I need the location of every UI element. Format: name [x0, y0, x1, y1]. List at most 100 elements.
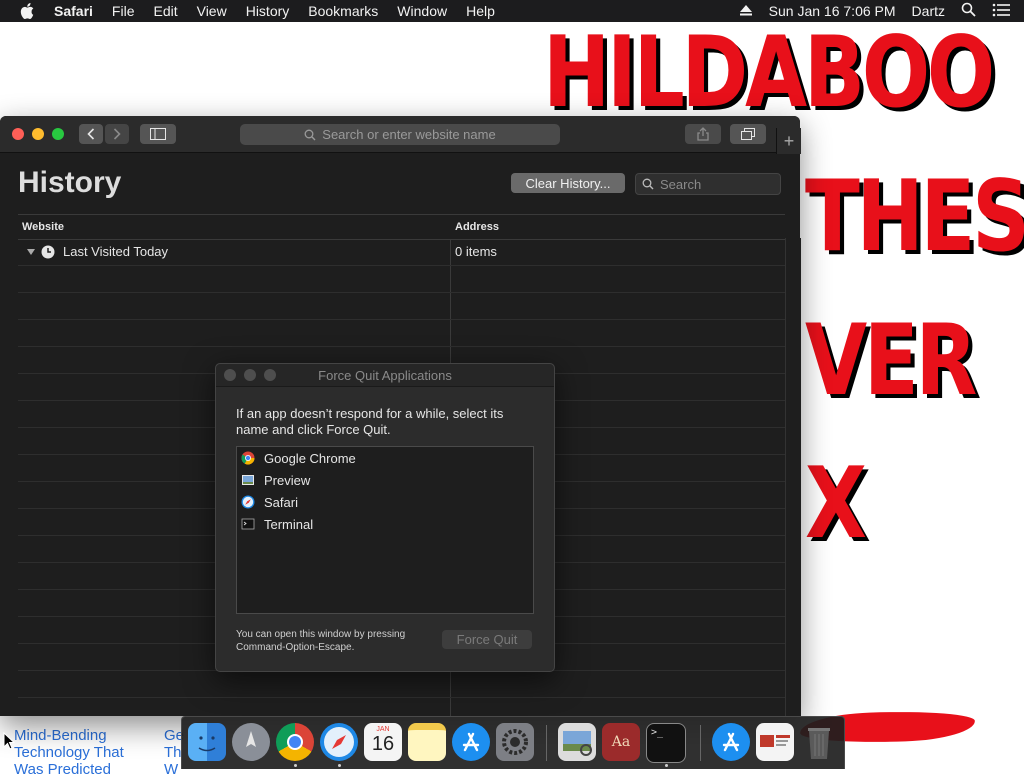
- terminal-prompt: >_: [651, 727, 664, 738]
- safari-icon[interactable]: [320, 723, 358, 761]
- safari-toolbar: Search or enter website name: [0, 116, 800, 153]
- menu-safari[interactable]: Safari: [54, 3, 93, 19]
- table-row-empty: [18, 292, 785, 320]
- page-title: History: [18, 166, 122, 199]
- dialog-title: Force Quit Applications: [318, 368, 452, 383]
- calendar-month: JAN: [376, 726, 390, 733]
- poster-text-line-3: VER: [805, 304, 977, 418]
- apple-menu-icon[interactable]: [20, 3, 36, 19]
- dock-separator: [700, 725, 701, 761]
- sidebar-icon: [150, 128, 166, 140]
- menu-bar: Safari File Edit View History Bookmarks …: [0, 0, 1024, 22]
- app-name: Terminal: [264, 516, 314, 532]
- forward-button[interactable]: [105, 124, 129, 144]
- app-list-item-preview[interactable]: Preview: [241, 469, 310, 491]
- chevron-right-icon: [113, 128, 121, 140]
- history-group-cell: Last Visited Today: [26, 244, 168, 259]
- share-button[interactable]: [685, 124, 721, 144]
- history-group-count: 0 items: [455, 244, 497, 259]
- history-search-field[interactable]: Search: [635, 173, 781, 195]
- show-all-tabs-button[interactable]: [730, 124, 766, 144]
- notification-center-icon[interactable]: [992, 3, 1010, 20]
- system-preferences-icon[interactable]: [496, 723, 534, 761]
- terminal-icon[interactable]: >_: [646, 723, 686, 763]
- menu-edit[interactable]: Edit: [153, 3, 177, 19]
- user-name[interactable]: Dartz: [912, 3, 945, 19]
- background-link-article[interactable]: Mind-Bending Technology That Was Predict…: [14, 727, 124, 778]
- app-list-item-safari[interactable]: Safari: [241, 491, 298, 513]
- force-quit-button[interactable]: Force Quit: [442, 630, 532, 649]
- clock-icon: [41, 245, 55, 258]
- app-store-icon[interactable]: [452, 723, 490, 761]
- search-icon: [642, 178, 654, 190]
- calendar-day: 16: [371, 733, 395, 755]
- share-icon: [697, 127, 709, 141]
- dock-separator: [546, 725, 547, 761]
- vertical-scrollbar[interactable]: [785, 238, 801, 716]
- menu-extras: Sun Jan 16 7:06 PM Dartz: [739, 0, 1024, 22]
- spotlight-search-icon[interactable]: [961, 2, 976, 20]
- history-group-label: Last Visited Today: [63, 244, 169, 259]
- app-list-item-chrome[interactable]: Google Chrome: [241, 447, 356, 469]
- chrome-icon[interactable]: [276, 723, 314, 761]
- app-name: Google Chrome: [264, 450, 356, 466]
- running-indicator: [294, 764, 297, 767]
- zoom-window-button[interactable]: [52, 128, 64, 140]
- menu-help[interactable]: Help: [466, 3, 495, 19]
- preview-icon: [242, 475, 254, 485]
- chevron-left-icon: [87, 128, 95, 140]
- menu-file[interactable]: File: [112, 3, 135, 19]
- menu-window[interactable]: Window: [397, 3, 447, 19]
- poster-text-line-2: THES: [805, 160, 1024, 274]
- app-store-downloads-icon[interactable]: [712, 723, 750, 761]
- dialog-hint-line: You can open this window by pressing: [236, 629, 406, 640]
- dictionary-icon[interactable]: Aa: [602, 723, 640, 761]
- new-tab-button[interactable]: +: [776, 128, 801, 154]
- app-name: Safari: [264, 494, 298, 510]
- preview-icon[interactable]: [558, 723, 596, 761]
- clear-history-button[interactable]: Clear History...: [511, 173, 625, 193]
- dock: JAN 16 Aa >_: [181, 716, 845, 769]
- table-row[interactable]: Last Visited Today 0 items: [18, 238, 785, 266]
- disclosure-triangle-icon[interactable]: [26, 248, 36, 256]
- app-name: Preview: [264, 472, 311, 488]
- column-header-website[interactable]: Website: [22, 221, 64, 233]
- close-window-button[interactable]: [12, 128, 24, 140]
- tabs-overview-icon: [741, 128, 755, 140]
- link-line: Was Predicted: [14, 761, 111, 778]
- back-button[interactable]: [79, 124, 103, 144]
- table-header: Website Address: [18, 214, 785, 240]
- poster-text-line-1: HILDABOO: [543, 16, 995, 130]
- table-row-empty: [18, 670, 785, 698]
- running-indicator: [338, 764, 341, 767]
- dialog-message: If an app doesn’t respond for a while, s…: [236, 406, 504, 437]
- dialog-hint-line: Command-Option-Escape.: [236, 642, 355, 653]
- column-header-address[interactable]: Address: [455, 221, 499, 233]
- menu-bookmarks[interactable]: Bookmarks: [308, 3, 378, 19]
- app-list-item-terminal[interactable]: Terminal: [241, 513, 313, 535]
- link-line: Technology That: [14, 744, 124, 761]
- notes-icon[interactable]: [408, 723, 446, 761]
- launchpad-icon[interactable]: [232, 723, 270, 761]
- sidebar-toggle-button[interactable]: [140, 124, 176, 144]
- app-list[interactable]: Google Chrome Preview Safari Terminal: [236, 446, 534, 614]
- address-bar[interactable]: Search or enter website name: [240, 124, 560, 145]
- calendar-icon[interactable]: JAN 16: [364, 723, 402, 761]
- table-row-empty: [18, 265, 785, 293]
- table-row-empty: [18, 319, 785, 347]
- trash-icon[interactable]: [800, 723, 838, 761]
- link-line: Mind-Bending: [14, 727, 107, 744]
- clock-datetime[interactable]: Sun Jan 16 7:06 PM: [769, 3, 896, 19]
- running-indicator: [665, 764, 668, 767]
- minimize-window-button[interactable]: [32, 128, 44, 140]
- menu-history[interactable]: History: [246, 3, 290, 19]
- eject-icon[interactable]: [739, 3, 753, 19]
- dialog-titlebar: Force Quit Applications: [216, 364, 554, 387]
- dialog-hint: You can open this window by pressing Com…: [236, 628, 436, 654]
- image-document-icon[interactable]: [756, 723, 794, 761]
- dictionary-glyph: Aa: [611, 734, 631, 750]
- address-bar-placeholder: Search or enter website name: [322, 127, 496, 142]
- finder-icon[interactable]: [188, 723, 226, 761]
- menu-view[interactable]: View: [197, 3, 227, 19]
- history-search-placeholder: Search: [660, 176, 702, 192]
